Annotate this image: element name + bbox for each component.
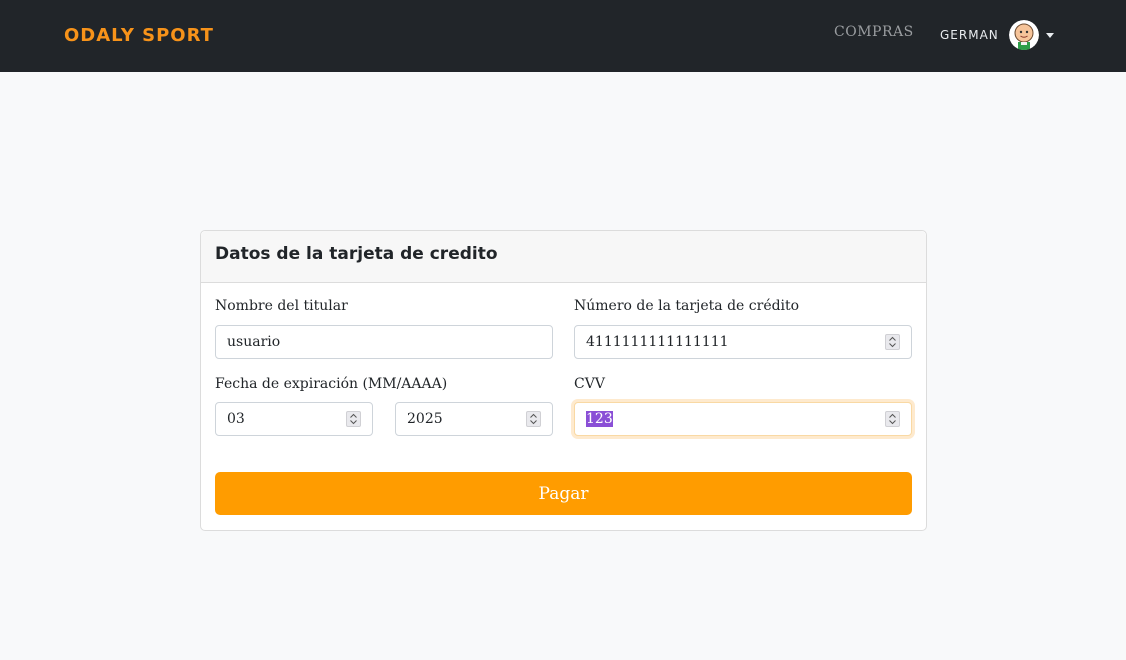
- expiration-month-input[interactable]: 03: [215, 402, 373, 436]
- pay-button[interactable]: Pagar: [215, 472, 912, 515]
- top-navbar: ODALY SPORT COMPRAS GERMAN: [0, 0, 1126, 72]
- card-number-label: Número de la tarjeta de crédito: [574, 298, 800, 314]
- user-name: GERMAN: [940, 28, 999, 42]
- card-number-spinner-icon[interactable]: [885, 334, 900, 350]
- user-avatar: [1008, 20, 1039, 50]
- brand-logo-link[interactable]: ODALY SPORT: [64, 25, 214, 46]
- cvv-input[interactable]: 123: [574, 402, 912, 436]
- expiration-label: Fecha de expiración (MM/AAAA): [215, 376, 448, 392]
- nav-link-compras[interactable]: COMPRAS: [834, 24, 914, 40]
- credit-card-form-card: Datos de la tarjeta de credito Nombre de…: [200, 230, 927, 531]
- expiration-year-input[interactable]: 2025: [395, 402, 553, 436]
- expiration-year-spinner-icon[interactable]: [526, 411, 541, 427]
- expiration-month-spinner-icon[interactable]: [346, 411, 361, 427]
- card-title: Datos de la tarjeta de credito: [215, 244, 498, 264]
- card-number-input[interactable]: 4111111111111111: [574, 325, 912, 359]
- expiration-month-value: 03: [227, 411, 245, 427]
- user-menu-dropdown[interactable]: GERMAN: [940, 20, 1054, 50]
- holder-name-input[interactable]: usuario: [215, 325, 553, 359]
- cvv-spinner-icon[interactable]: [885, 411, 900, 427]
- holder-name-value: usuario: [227, 334, 281, 350]
- card-header: Datos de la tarjeta de credito: [201, 231, 926, 283]
- chevron-down-icon: [1045, 32, 1054, 38]
- cvv-label: CVV: [574, 376, 605, 392]
- card-number-value: 4111111111111111: [586, 334, 729, 350]
- expiration-year-value: 2025: [407, 411, 443, 427]
- holder-name-label: Nombre del titular: [215, 298, 348, 314]
- cvv-value: 123: [586, 411, 613, 427]
